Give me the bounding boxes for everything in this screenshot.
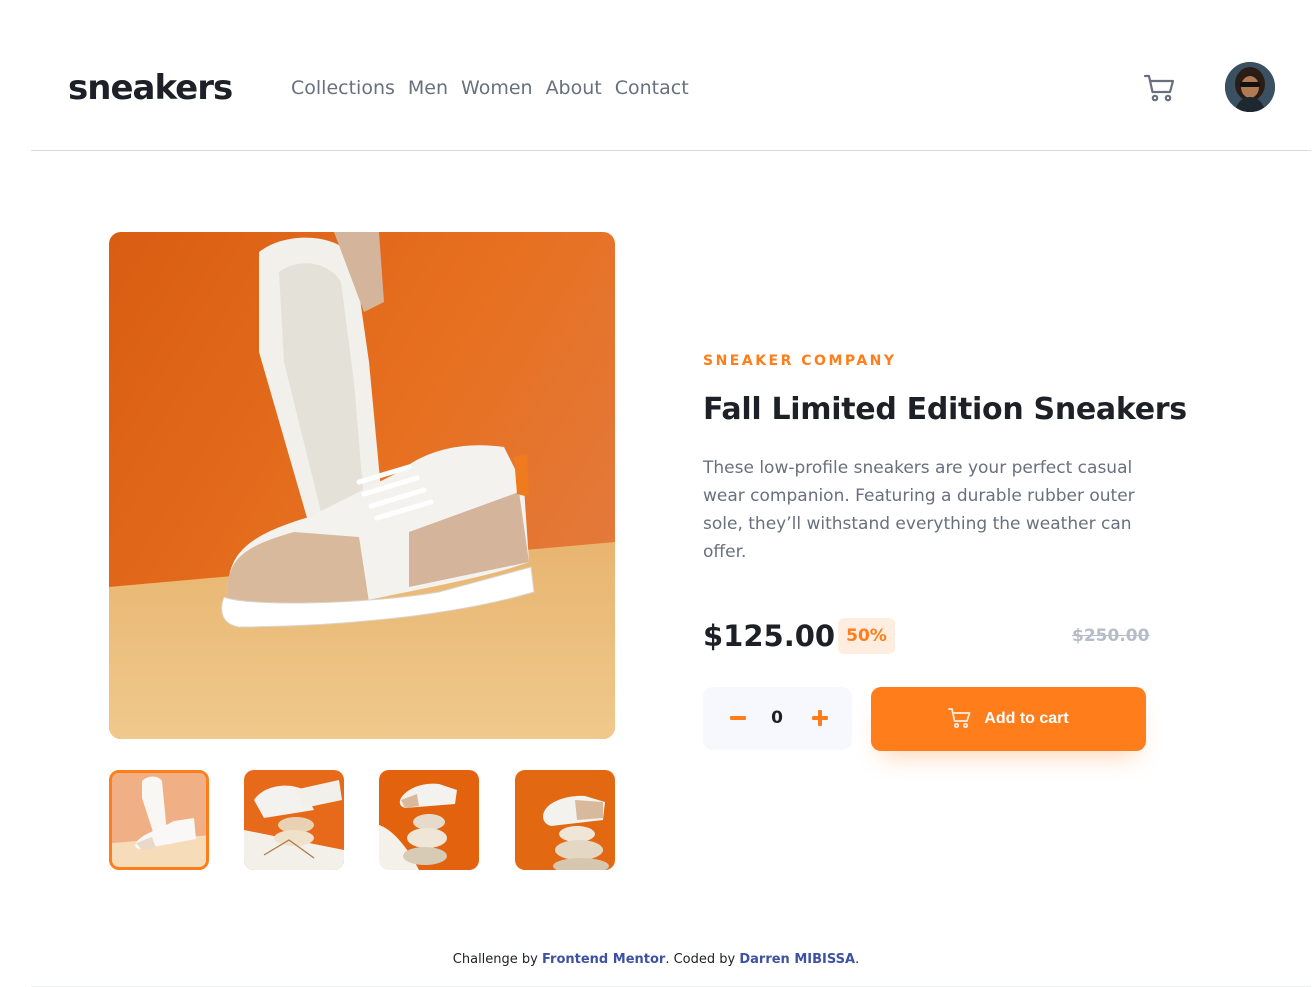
original-price: $250.00	[1072, 626, 1150, 646]
nav-collections[interactable]: Collections	[291, 74, 395, 102]
user-avatar[interactable]	[1225, 62, 1275, 112]
discount-badge: 50%	[838, 618, 895, 654]
nav-contact[interactable]: Contact	[615, 74, 689, 102]
footer-middle: . Coded by	[665, 952, 740, 967]
site-header: sneakers Collections Men Women About Con…	[31, 0, 1311, 151]
minus-icon[interactable]	[723, 703, 753, 733]
attribution-footer: Challenge by Frontend Mentor. Coded by D…	[0, 951, 1312, 969]
quantity-stepper: 0	[703, 687, 852, 750]
cart-icon	[948, 707, 972, 732]
frontend-mentor-link[interactable]: Frontend Mentor	[542, 952, 665, 967]
product-description: These low-profile sneakers are your perf…	[703, 458, 1135, 562]
quantity-value: 0	[771, 708, 783, 728]
nav-women[interactable]: Women	[461, 74, 533, 102]
nav-about[interactable]: About	[546, 74, 602, 102]
cart-icon[interactable]	[1143, 72, 1177, 104]
add-to-cart-label: Add to cart	[984, 710, 1069, 727]
main-nav: Collections Men Women About Contact	[291, 74, 689, 102]
product-title: Fall Limited Edition Sneakers	[703, 392, 1187, 427]
logo[interactable]: sneakers	[68, 66, 233, 110]
nav-men[interactable]: Men	[408, 74, 448, 102]
thumbnail-2[interactable]	[244, 770, 344, 870]
thumbnail-1[interactable]	[109, 770, 209, 870]
add-to-cart-button[interactable]: Add to cart	[871, 687, 1146, 751]
plus-icon[interactable]	[805, 703, 835, 733]
thumbnail-3[interactable]	[379, 770, 479, 870]
thumbnail-4[interactable]	[515, 770, 615, 870]
product-main-image[interactable]	[109, 232, 615, 739]
thumbnail-strip	[109, 770, 615, 870]
author-link[interactable]: Darren MIBISSA	[739, 952, 855, 967]
footer-prefix: Challenge by	[452, 952, 542, 967]
footer-suffix: .	[855, 952, 860, 967]
current-price: $125.00	[703, 619, 836, 653]
company-label: SNEAKER COMPANY	[703, 353, 897, 369]
